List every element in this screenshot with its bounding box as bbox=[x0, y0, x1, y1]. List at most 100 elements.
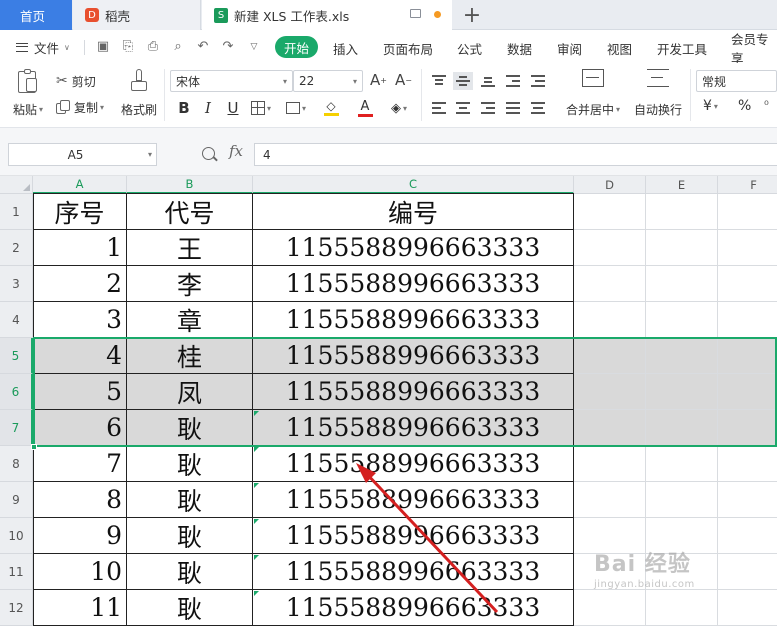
table-cell[interactable]: 耿 bbox=[127, 518, 253, 554]
table-cell[interactable]: 11 bbox=[33, 590, 127, 626]
fill-color-icon[interactable]: ◇ bbox=[317, 97, 345, 119]
table-cell[interactable]: 1155588996663333 bbox=[253, 302, 574, 338]
empty-cell[interactable] bbox=[718, 374, 777, 410]
tab-start[interactable]: 开始 bbox=[275, 36, 319, 58]
empty-cell[interactable] bbox=[574, 266, 646, 302]
empty-cell[interactable] bbox=[646, 230, 718, 266]
font-color-icon[interactable]: A bbox=[352, 97, 378, 119]
table-cell[interactable]: 1155588996663333 bbox=[253, 338, 574, 374]
insert-function-icon[interactable]: fx bbox=[229, 142, 243, 160]
empty-cell[interactable] bbox=[718, 266, 777, 302]
empty-cell[interactable] bbox=[718, 194, 777, 230]
empty-cell[interactable] bbox=[718, 338, 777, 374]
column-header-a[interactable]: A bbox=[33, 176, 127, 194]
table-cell[interactable]: 8 bbox=[33, 482, 127, 518]
empty-cell[interactable] bbox=[646, 266, 718, 302]
error-indicator-icon[interactable] bbox=[254, 411, 259, 416]
table-header-cell[interactable]: 序号 bbox=[33, 194, 127, 230]
empty-cell[interactable] bbox=[574, 230, 646, 266]
bold-icon[interactable]: B bbox=[176, 97, 192, 119]
empty-cell[interactable] bbox=[718, 302, 777, 338]
underline-icon[interactable]: U bbox=[225, 97, 241, 119]
empty-cell[interactable] bbox=[646, 194, 718, 230]
redo-icon[interactable]: ↷ bbox=[221, 40, 235, 54]
column-header-f[interactable]: F bbox=[718, 176, 777, 194]
align-middle-icon[interactable] bbox=[453, 72, 473, 90]
row-header-10[interactable]: 10 bbox=[0, 518, 33, 554]
currency-format-button[interactable]: ¥ ▾ bbox=[703, 98, 718, 114]
align-top-icon[interactable] bbox=[432, 75, 446, 87]
row-header-5[interactable]: 5 bbox=[0, 338, 33, 374]
row-header-9[interactable]: 9 bbox=[0, 482, 33, 518]
row-header-6[interactable]: 6 bbox=[0, 374, 33, 410]
table-header-cell[interactable]: 代号 bbox=[127, 194, 253, 230]
cut-button[interactable]: ✂ 剪切 bbox=[56, 71, 96, 91]
table-cell[interactable]: 1155588996663333 bbox=[253, 482, 574, 518]
row-header-12[interactable]: 12 bbox=[0, 590, 33, 626]
empty-cell[interactable] bbox=[646, 338, 718, 374]
format-painter-button[interactable]: 格式刷 bbox=[120, 69, 158, 121]
table-cell[interactable]: 耿 bbox=[127, 590, 253, 626]
align-bottom-icon[interactable] bbox=[481, 75, 495, 87]
row-header-4[interactable]: 4 bbox=[0, 302, 33, 338]
error-indicator-icon[interactable] bbox=[254, 591, 259, 596]
increase-font-size-icon[interactable]: A + bbox=[370, 71, 387, 89]
column-header-e[interactable]: E bbox=[646, 176, 718, 194]
borders-icon[interactable]: ▾ bbox=[249, 97, 273, 119]
table-cell[interactable]: 1155588996663333 bbox=[253, 518, 574, 554]
table-cell[interactable]: 1155588996663333 bbox=[253, 266, 574, 302]
row-header-8[interactable]: 8 bbox=[0, 446, 33, 482]
table-cell[interactable]: 9 bbox=[33, 518, 127, 554]
tab-data[interactable]: 数据 bbox=[507, 39, 532, 57]
wrap-text-button[interactable]: 自动换行 bbox=[631, 69, 685, 121]
copy-button[interactable]: 复制 ▾ bbox=[56, 97, 104, 117]
empty-cell[interactable] bbox=[574, 338, 646, 374]
row-header-7[interactable]: 7 bbox=[0, 410, 33, 446]
table-cell[interactable]: 1155588996663333 bbox=[253, 374, 574, 410]
print-icon[interactable]: ⎙ bbox=[146, 40, 160, 54]
empty-cell[interactable] bbox=[574, 590, 646, 626]
justify-icon[interactable] bbox=[506, 102, 520, 114]
cell-style-icon[interactable]: ▾ bbox=[283, 97, 309, 119]
empty-cell[interactable] bbox=[646, 590, 718, 626]
tab-insert[interactable]: 插入 bbox=[333, 39, 358, 57]
row-header-3[interactable]: 3 bbox=[0, 266, 33, 302]
empty-cell[interactable] bbox=[574, 374, 646, 410]
align-left-icon[interactable] bbox=[432, 102, 446, 114]
table-cell[interactable]: 10 bbox=[33, 554, 127, 590]
empty-cell[interactable] bbox=[646, 410, 718, 446]
paste-button[interactable]: 粘贴 ▾ bbox=[10, 69, 46, 121]
undo-icon[interactable]: ↶ bbox=[196, 40, 210, 54]
decrease-font-size-icon[interactable]: A − bbox=[395, 71, 412, 89]
empty-cell[interactable] bbox=[574, 194, 646, 230]
table-cell[interactable]: 1 bbox=[33, 230, 127, 266]
file-menu-button[interactable]: 文件 ∨ bbox=[16, 37, 70, 57]
error-indicator-icon[interactable] bbox=[254, 483, 259, 488]
customize-toolbar-icon[interactable]: ▽ bbox=[247, 40, 261, 54]
decimal-format-icon[interactable]: ⁰ bbox=[764, 98, 769, 112]
tab-docer[interactable]: D 稻壳 bbox=[73, 0, 201, 30]
table-cell[interactable]: 1155588996663333 bbox=[253, 446, 574, 482]
empty-cell[interactable] bbox=[646, 302, 718, 338]
empty-cell[interactable] bbox=[646, 374, 718, 410]
window-mode-icon[interactable] bbox=[410, 9, 421, 18]
column-header-b[interactable]: B bbox=[127, 176, 253, 194]
merge-center-button[interactable]: 合并居中 ▾ bbox=[562, 69, 624, 121]
row-header-2[interactable]: 2 bbox=[0, 230, 33, 266]
spreadsheet-grid[interactable]: A B C D E F 1 序号 代号 编号 2 1 王 1155588996663333 3 2 李 11555… bbox=[0, 176, 777, 626]
percent-format-button[interactable]: % bbox=[738, 98, 751, 114]
empty-cell[interactable] bbox=[718, 410, 777, 446]
export-icon[interactable]: ⎘ bbox=[121, 40, 135, 54]
empty-cell[interactable] bbox=[646, 446, 718, 482]
table-cell[interactable]: 6 bbox=[33, 410, 127, 446]
table-cell[interactable]: 耿 bbox=[127, 482, 253, 518]
new-tab-plus-icon[interactable]: + bbox=[462, 2, 482, 28]
tab-formula[interactable]: 公式 bbox=[457, 39, 482, 57]
table-cell[interactable]: 7 bbox=[33, 446, 127, 482]
table-cell[interactable]: 1155588996663333 bbox=[253, 590, 574, 626]
empty-cell[interactable] bbox=[718, 446, 777, 482]
select-all-corner[interactable] bbox=[0, 176, 33, 194]
empty-cell[interactable] bbox=[574, 446, 646, 482]
error-indicator-icon[interactable] bbox=[254, 447, 259, 452]
decrease-indent-icon[interactable] bbox=[506, 75, 520, 87]
